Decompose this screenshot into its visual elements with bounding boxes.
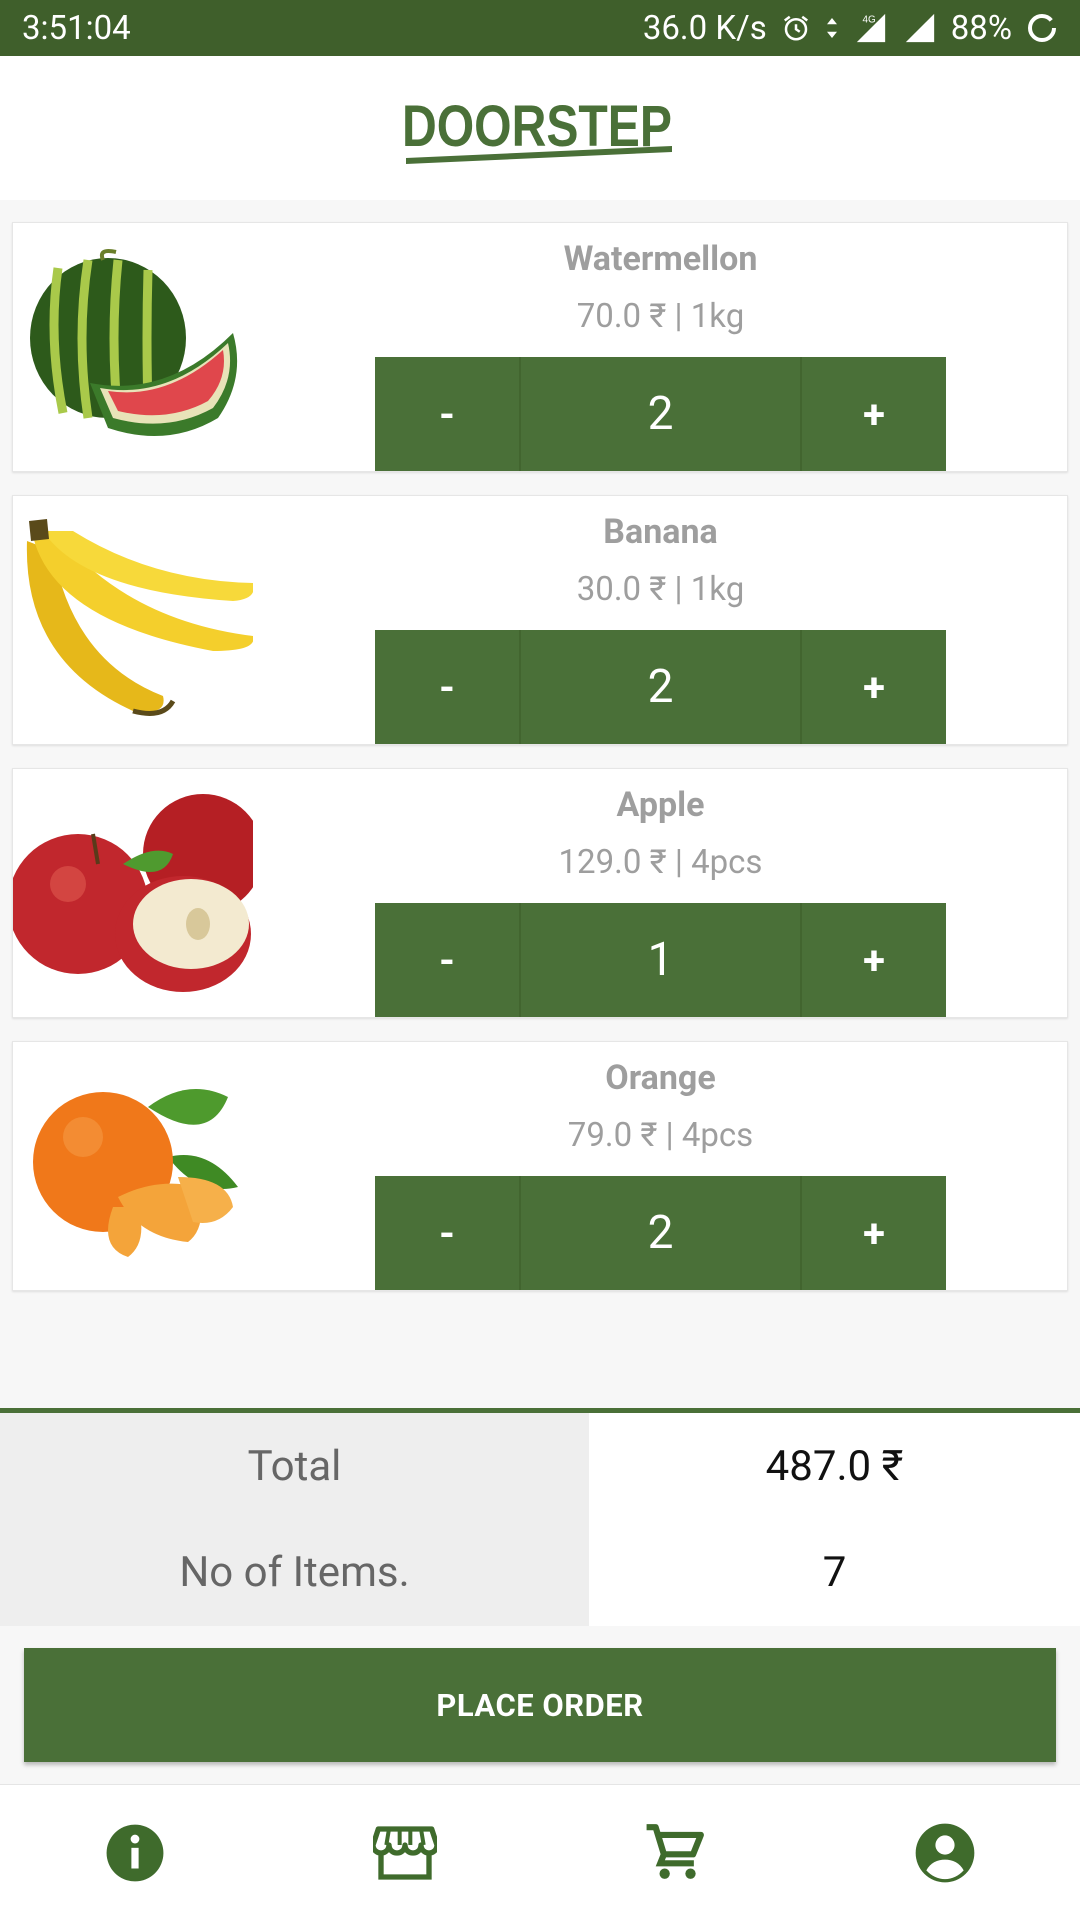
store-icon: [373, 1825, 437, 1880]
quantity-value: 2: [519, 357, 802, 471]
decrease-button[interactable]: -: [375, 357, 519, 471]
battery-percent: 88%: [950, 8, 1012, 48]
order-summary: Total No of Items. 487.0 ₹ 7: [0, 1408, 1080, 1626]
nav-cart[interactable]: [600, 1803, 750, 1903]
quantity-value: 1: [519, 903, 802, 1017]
apple-image: [13, 769, 253, 1019]
total-label: Total: [247, 1441, 342, 1491]
quantity-stepper: - 1 +: [375, 903, 946, 1017]
banana-image: [13, 496, 253, 746]
nav-account[interactable]: [870, 1803, 1020, 1903]
items-count-value: 7: [822, 1547, 847, 1597]
item-price: 79.0 ₹ | 4pcs: [567, 1116, 754, 1155]
cart-item-card: Banana 30.0 ₹ | 1kg - 2 +: [12, 495, 1068, 745]
cart-item-card: Apple 129.0 ₹ | 4pcs - 1 +: [12, 768, 1068, 1018]
battery-ring-icon: [1028, 14, 1056, 42]
quantity-stepper: - 2 +: [375, 357, 946, 471]
quantity-value: 2: [519, 1176, 802, 1290]
status-bar: 3:51:04 36.0 K/s 4G 88%: [0, 0, 1080, 56]
increase-button[interactable]: +: [802, 1176, 946, 1290]
decrease-button[interactable]: -: [375, 903, 519, 1017]
item-name: Orange: [605, 1058, 716, 1098]
orange-image: [13, 1042, 253, 1292]
cart-item-card: Orange 79.0 ₹ | 4pcs - 2 +: [12, 1041, 1068, 1291]
place-order-button[interactable]: PLACE ORDER: [24, 1648, 1056, 1762]
info-icon: [106, 1824, 164, 1881]
quantity-stepper: - 2 +: [375, 630, 946, 744]
app-header: DOORSTEP: [0, 56, 1080, 200]
items-count-label: No of Items.: [179, 1547, 410, 1597]
alarm-icon: [783, 15, 808, 41]
item-price: 70.0 ₹ | 1kg: [576, 297, 745, 336]
network-speed: 36.0 K/s: [642, 8, 767, 48]
watermelon-image: [13, 223, 253, 473]
decrease-button[interactable]: -: [375, 1176, 519, 1290]
item-name: Banana: [603, 512, 718, 552]
increase-button[interactable]: +: [802, 630, 946, 744]
increase-button[interactable]: +: [802, 357, 946, 471]
total-value: 487.0 ₹: [765, 1441, 904, 1491]
account-icon: [915, 1823, 975, 1882]
data-arrows-icon: [826, 18, 837, 38]
nav-store[interactable]: [330, 1803, 480, 1903]
cart-icon: [646, 1823, 704, 1879]
svg-text:4G: 4G: [862, 14, 875, 25]
cart-item-card: Watermellon 70.0 ₹ | 1kg - 2 +: [12, 222, 1068, 472]
status-time: 3:51:04: [22, 8, 131, 48]
decrease-button[interactable]: -: [375, 630, 519, 744]
quantity-stepper: - 2 +: [375, 1176, 946, 1290]
bottom-navigation: [0, 1784, 1080, 1920]
signal-4g-icon: 4G: [856, 13, 885, 43]
item-name: Apple: [616, 785, 705, 825]
nav-info[interactable]: [60, 1803, 210, 1903]
signal-icon: [905, 13, 934, 43]
item-price: 129.0 ₹ | 4pcs: [558, 843, 763, 882]
item-name: Watermellon: [563, 239, 758, 279]
item-price: 30.0 ₹ | 1kg: [576, 570, 745, 609]
quantity-value: 2: [519, 630, 802, 744]
increase-button[interactable]: +: [802, 903, 946, 1017]
doorstep-logo: DOORSTEP: [402, 94, 672, 164]
